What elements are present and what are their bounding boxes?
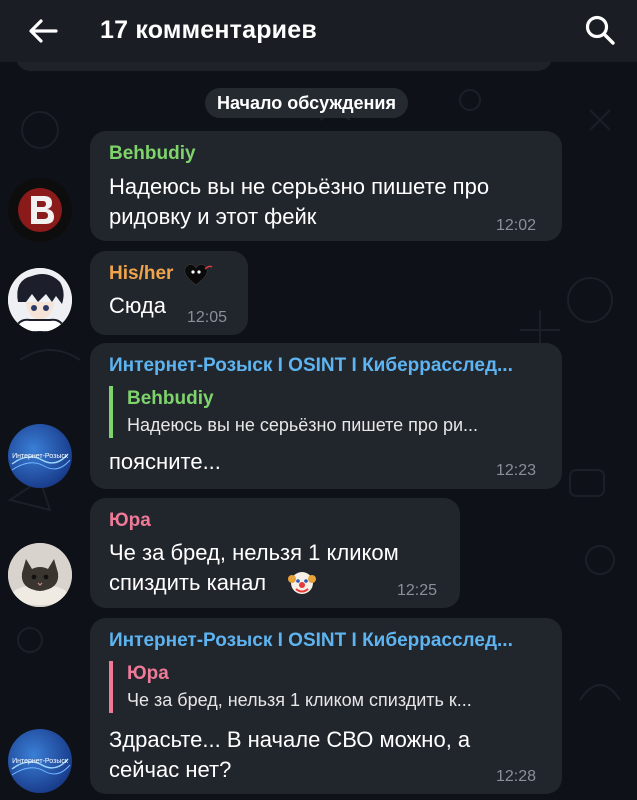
message-text: сейчас нет? bbox=[109, 757, 232, 782]
message-time: 12:25 bbox=[397, 582, 438, 599]
behbudiy-logo-icon bbox=[8, 178, 72, 242]
reply-author: Юра bbox=[127, 663, 169, 684]
behbudiy-logo-avatar[interactable] bbox=[8, 178, 72, 242]
anime-boy-avatar[interactable] bbox=[8, 268, 72, 332]
message-text: спиздить канал bbox=[109, 570, 267, 595]
message-author[interactable]: His/her bbox=[109, 263, 173, 285]
message-text: ридовку и этот фейк bbox=[109, 204, 317, 229]
kitten-avatar[interactable] bbox=[8, 543, 72, 607]
avatar-text: Интернет-Розыск bbox=[12, 758, 69, 765]
message-time: 12:05 bbox=[187, 309, 228, 326]
message-time: 12:23 bbox=[496, 462, 537, 479]
message-author[interactable]: Behbudiy bbox=[109, 143, 196, 165]
message-bubble[interactable]: His/her Сюда 12:05 bbox=[90, 251, 248, 335]
message-author[interactable]: Интернет-Розыск I OSINT I Киберрасслед..… bbox=[109, 630, 513, 652]
internet-rozysk-logo: Интернет-Розыск bbox=[11, 758, 71, 776]
message-bubble[interactable]: Behbudiy Надеюсь вы не серьёзно пишете п… bbox=[90, 131, 562, 241]
reply-text: Че за бред, нельзя 1 кликом спиздить к..… bbox=[127, 690, 472, 710]
anime-boy-picture bbox=[8, 268, 72, 332]
message-bubble[interactable]: Юра Че за бред, нельзя 1 кликом спиздить… bbox=[90, 498, 460, 608]
discussion-start-label: Начало обсуждения bbox=[205, 88, 408, 118]
internet-rozysk-logo: Интернет-Розыск bbox=[11, 453, 71, 471]
reply-author: Behbudiy bbox=[127, 388, 214, 409]
clown-face-icon bbox=[288, 572, 316, 594]
message-text: Сюда bbox=[109, 293, 166, 318]
message-text: Здрасьте... В начале СВО можно, а bbox=[109, 727, 471, 752]
message-bubble[interactable]: Интернет-Розыск I OSINT I Киберрасслед..… bbox=[90, 343, 562, 489]
search-icon[interactable] bbox=[582, 12, 618, 48]
reply-quote[interactable]: Юра Че за бред, нельзя 1 кликом спиздить… bbox=[109, 661, 547, 713]
message-time: 12:28 bbox=[496, 768, 537, 785]
message-text: Надеюсь вы не серьёзно пишете про bbox=[109, 174, 490, 199]
message-bubble[interactable]: Интернет-Розыск I OSINT I Киберрасслед..… bbox=[90, 618, 562, 794]
message-author[interactable]: Юра bbox=[109, 510, 151, 532]
message-text: поясните... bbox=[109, 449, 221, 474]
avatar-text: Интернет-Розыск bbox=[12, 453, 69, 460]
message-author[interactable]: Интернет-Розыск I OSINT I Киберрасслед..… bbox=[109, 355, 513, 377]
black-heart-icon bbox=[184, 264, 213, 286]
kitten-picture bbox=[8, 543, 72, 607]
internet-rozysk-avatar[interactable]: Интернет-Розыск bbox=[8, 424, 72, 488]
internet-rozysk-avatar[interactable]: Интернет-Розыск bbox=[8, 729, 72, 793]
arrow-left-icon[interactable] bbox=[26, 14, 60, 48]
page-title: 17 комментариев bbox=[100, 16, 317, 44]
reply-text: Надеюсь вы не серьёзно пишете про ри... bbox=[127, 415, 479, 435]
reply-quote[interactable]: Behbudiy Надеюсь вы не серьёзно пишете п… bbox=[109, 386, 547, 438]
message-time: 12:02 bbox=[496, 217, 537, 234]
top-app-bar: 17 комментариев bbox=[0, 0, 637, 62]
message-text: Че за бред, нельзя 1 кликом bbox=[109, 540, 399, 565]
